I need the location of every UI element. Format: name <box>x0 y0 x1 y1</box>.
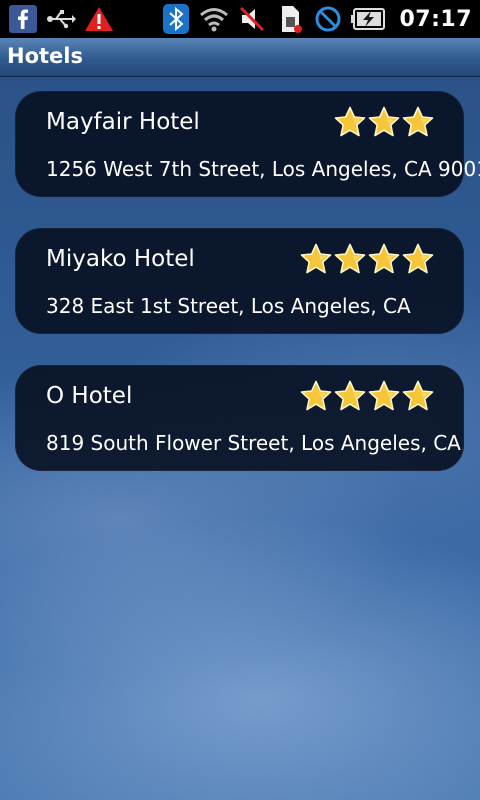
facebook-icon <box>8 4 38 34</box>
wifi-icon <box>199 4 229 34</box>
star-icon <box>402 106 434 138</box>
star-icon <box>300 380 332 412</box>
star-rating <box>334 106 434 138</box>
star-rating <box>300 243 434 275</box>
hotel-card[interactable]: O Hotel 819 South Flower Street, Los Ang… <box>15 365 464 471</box>
star-icon <box>334 106 366 138</box>
hotel-card[interactable]: Miyako Hotel 328 East 1st Street, Los An… <box>15 228 464 334</box>
hotel-address: 1256 West 7th Street, Los Angeles, CA 90… <box>46 157 480 181</box>
hotel-name: Miyako Hotel <box>46 246 195 272</box>
page-title: Hotels <box>7 44 83 68</box>
hotel-address: 328 East 1st Street, Los Angeles, CA <box>46 294 411 318</box>
star-icon <box>368 380 400 412</box>
hotel-name: Mayfair Hotel <box>46 109 200 135</box>
star-icon <box>368 243 400 275</box>
star-rating <box>300 380 434 412</box>
usb-icon <box>46 4 76 34</box>
sim-card-icon <box>275 4 305 34</box>
title-bar: Hotels <box>0 38 480 77</box>
star-icon <box>334 243 366 275</box>
bluetooth-icon <box>161 4 191 34</box>
warning-icon <box>84 4 114 34</box>
hotel-name: O Hotel <box>46 383 133 409</box>
star-icon <box>300 243 332 275</box>
battery-charging-icon <box>351 4 387 34</box>
status-left <box>8 0 114 38</box>
mute-icon <box>237 4 267 34</box>
hotel-address: 819 South Flower Street, Los Angeles, CA <box>46 431 461 455</box>
star-icon <box>334 380 366 412</box>
status-clock: 07:17 <box>399 6 472 32</box>
star-icon <box>368 106 400 138</box>
status-bar: 07:17 <box>0 0 480 38</box>
no-signal-icon <box>313 4 343 34</box>
hotel-card[interactable]: Mayfair Hotel 1256 West 7th Street, Los … <box>15 91 480 197</box>
star-icon <box>402 380 434 412</box>
status-right: 07:17 <box>161 0 472 38</box>
star-icon <box>402 243 434 275</box>
